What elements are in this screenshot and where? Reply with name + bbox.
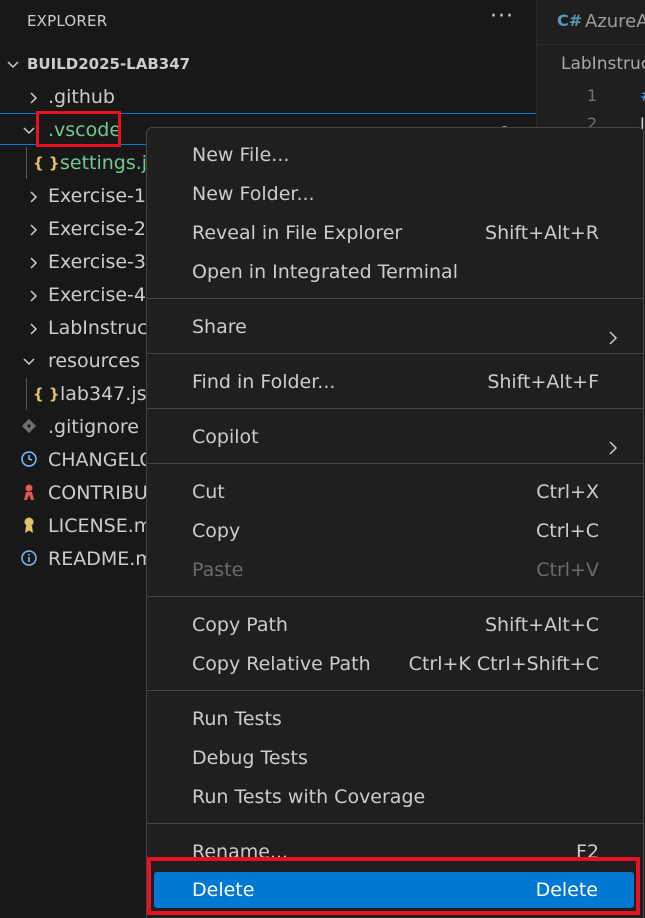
menu-item-copy[interactable]: Copy Ctrl+C: [147, 513, 643, 549]
workspace-root-label: BUILD2025-LAB347: [27, 55, 191, 73]
chevron-down-icon: [6, 48, 20, 81]
tree-item-label: LabInstructi: [48, 317, 161, 339]
menu-separator: [147, 298, 643, 299]
menu-item-run-tests-coverage[interactable]: Run Tests with Coverage: [147, 779, 643, 815]
person-icon: [21, 477, 37, 510]
menu-item-shortcut: Ctrl+K Ctrl+Shift+C: [408, 653, 599, 675]
menu-separator: [147, 690, 643, 691]
chevron-right-icon: [607, 431, 619, 467]
menu-item-new-file[interactable]: New File...: [147, 137, 643, 173]
explorer-title: EXPLORER: [27, 12, 108, 30]
tree-item-label: .gitignore: [48, 416, 139, 438]
menu-item-shortcut: Ctrl+C: [536, 520, 599, 542]
chevron-right-icon: [27, 81, 41, 114]
tab-label: AzureA: [585, 11, 645, 32]
chevron-right-icon: [27, 246, 41, 279]
explorer-header: EXPLORER ···: [0, 0, 536, 44]
menu-item-label: Open in Integrated Terminal: [192, 261, 458, 283]
context-menu: New File... New Folder... Reveal in File…: [146, 127, 644, 918]
line-number: 1: [587, 86, 598, 105]
menu-item-shortcut: Ctrl+V: [536, 559, 599, 581]
menu-item-label: Debug Tests: [192, 747, 308, 769]
annotation-highlight-delete: [147, 857, 640, 915]
csharp-icon: C#: [557, 11, 583, 30]
menu-item-shortcut: Shift+Alt+C: [484, 614, 599, 636]
menu-item-run-tests[interactable]: Run Tests: [147, 701, 643, 737]
chevron-right-icon: [27, 279, 41, 312]
git-icon: [21, 411, 37, 444]
menu-item-label: Run Tests with Coverage: [192, 786, 426, 808]
menu-item-label: Copilot: [192, 426, 259, 448]
menu-separator: [147, 823, 643, 824]
menu-item-shortcut: Shift+Alt+F: [487, 371, 599, 393]
menu-item-label: Paste: [192, 559, 244, 581]
menu-item-copy-path[interactable]: Copy Path Shift+Alt+C: [147, 607, 643, 643]
menu-item-shortcut: Shift+Alt+R: [485, 222, 599, 244]
chevron-right-icon: [27, 312, 41, 345]
editor-tab[interactable]: C# AzureA: [537, 0, 645, 45]
json-braces-icon: { }: [33, 385, 60, 403]
info-icon: [20, 543, 38, 576]
menu-separator: [147, 353, 643, 354]
chevron-right-icon: [27, 213, 41, 246]
menu-item-new-folder[interactable]: New Folder...: [147, 176, 643, 212]
menu-item-paste: Paste Ctrl+V: [147, 552, 643, 588]
menu-item-share[interactable]: Share: [147, 309, 643, 345]
breadcrumb[interactable]: LabInstruct: [561, 54, 645, 74]
clock-icon: [20, 444, 38, 477]
menu-item-reveal-in-explorer[interactable]: Reveal in File Explorer Shift+Alt+R: [147, 215, 643, 251]
ellipsis-icon[interactable]: ···: [490, 4, 514, 29]
menu-separator: [147, 408, 643, 409]
menu-item-shortcut: Ctrl+X: [536, 481, 599, 503]
chevron-right-icon: [607, 321, 619, 357]
tree-item-github[interactable]: .github: [0, 81, 536, 114]
menu-item-label: Copy Relative Path: [192, 653, 371, 675]
menu-item-cut[interactable]: Cut Ctrl+X: [147, 474, 643, 510]
menu-separator: [147, 463, 643, 464]
menu-item-label: Cut: [192, 481, 225, 503]
chevron-down-icon: [22, 345, 36, 378]
menu-item-label: New Folder...: [192, 183, 315, 205]
menu-item-copilot[interactable]: Copilot: [147, 419, 643, 455]
menu-item-copy-relative-path[interactable]: Copy Relative Path Ctrl+K Ctrl+Shift+C: [147, 646, 643, 682]
workspace-root[interactable]: BUILD2025-LAB347: [0, 48, 536, 81]
menu-item-label: Copy: [192, 520, 241, 542]
menu-item-label: Reveal in File Explorer: [192, 222, 403, 244]
menu-item-open-terminal[interactable]: Open in Integrated Terminal: [147, 254, 643, 290]
menu-item-debug-tests[interactable]: Debug Tests: [147, 740, 643, 776]
menu-item-label: Copy Path: [192, 614, 288, 636]
menu-item-label: New File...: [192, 144, 290, 166]
tree-item-label: .github: [48, 86, 115, 108]
menu-separator: [147, 596, 643, 597]
menu-item-label: Share: [192, 316, 247, 338]
chevron-right-icon: [27, 180, 41, 213]
tree-item-label: resources: [48, 350, 141, 372]
menu-item-label: Find in Folder...: [192, 371, 336, 393]
menu-item-find-in-folder[interactable]: Find in Folder... Shift+Alt+F: [147, 364, 643, 400]
chevron-down-icon: [22, 114, 36, 147]
code-line[interactable]: #: [640, 86, 645, 105]
menu-item-label: Run Tests: [192, 708, 282, 730]
certificate-icon: [21, 510, 37, 543]
tree-item-label: Exercise-1-I: [48, 185, 159, 207]
json-braces-icon: { }: [33, 154, 60, 172]
annotation-highlight-vscode: [36, 111, 121, 147]
